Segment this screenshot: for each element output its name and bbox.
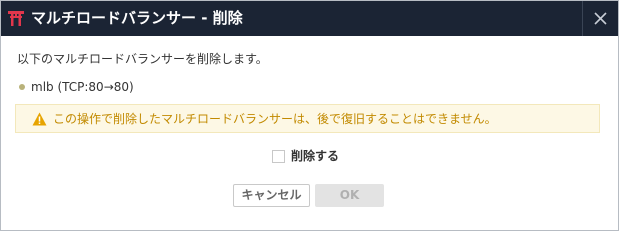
torii-icon (7, 9, 25, 27)
close-button[interactable] (582, 1, 618, 36)
warning-text: この操作で削除したマルチロードバランサーは、後で復旧することはできません。 (53, 112, 497, 126)
ok-button[interactable]: OK (315, 184, 384, 207)
delete-message: 以下のマルチロードバランサーを削除します。 (17, 52, 268, 66)
list-bullet (19, 84, 25, 90)
confirm-delete-label[interactable]: 削除する (291, 148, 339, 164)
confirm-delete-checkbox[interactable] (272, 150, 285, 163)
dialog-title: マルチロードバランサー - 削除 (31, 9, 243, 27)
close-icon (594, 12, 607, 25)
warning-box: この操作で削除したマルチロードバランサーは、後で復旧することはできません。 (15, 104, 600, 133)
dialog-titlebar: マルチロードバランサー - 削除 (1, 1, 618, 36)
cancel-button[interactable]: キャンセル (233, 184, 310, 207)
target-load-balancer: mlb (TCP:80→80) (31, 80, 134, 94)
warning-icon (32, 111, 47, 130)
delete-dialog: マルチロードバランサー - 削除 以下のマルチロードバランサーを削除します。 m… (0, 0, 619, 231)
